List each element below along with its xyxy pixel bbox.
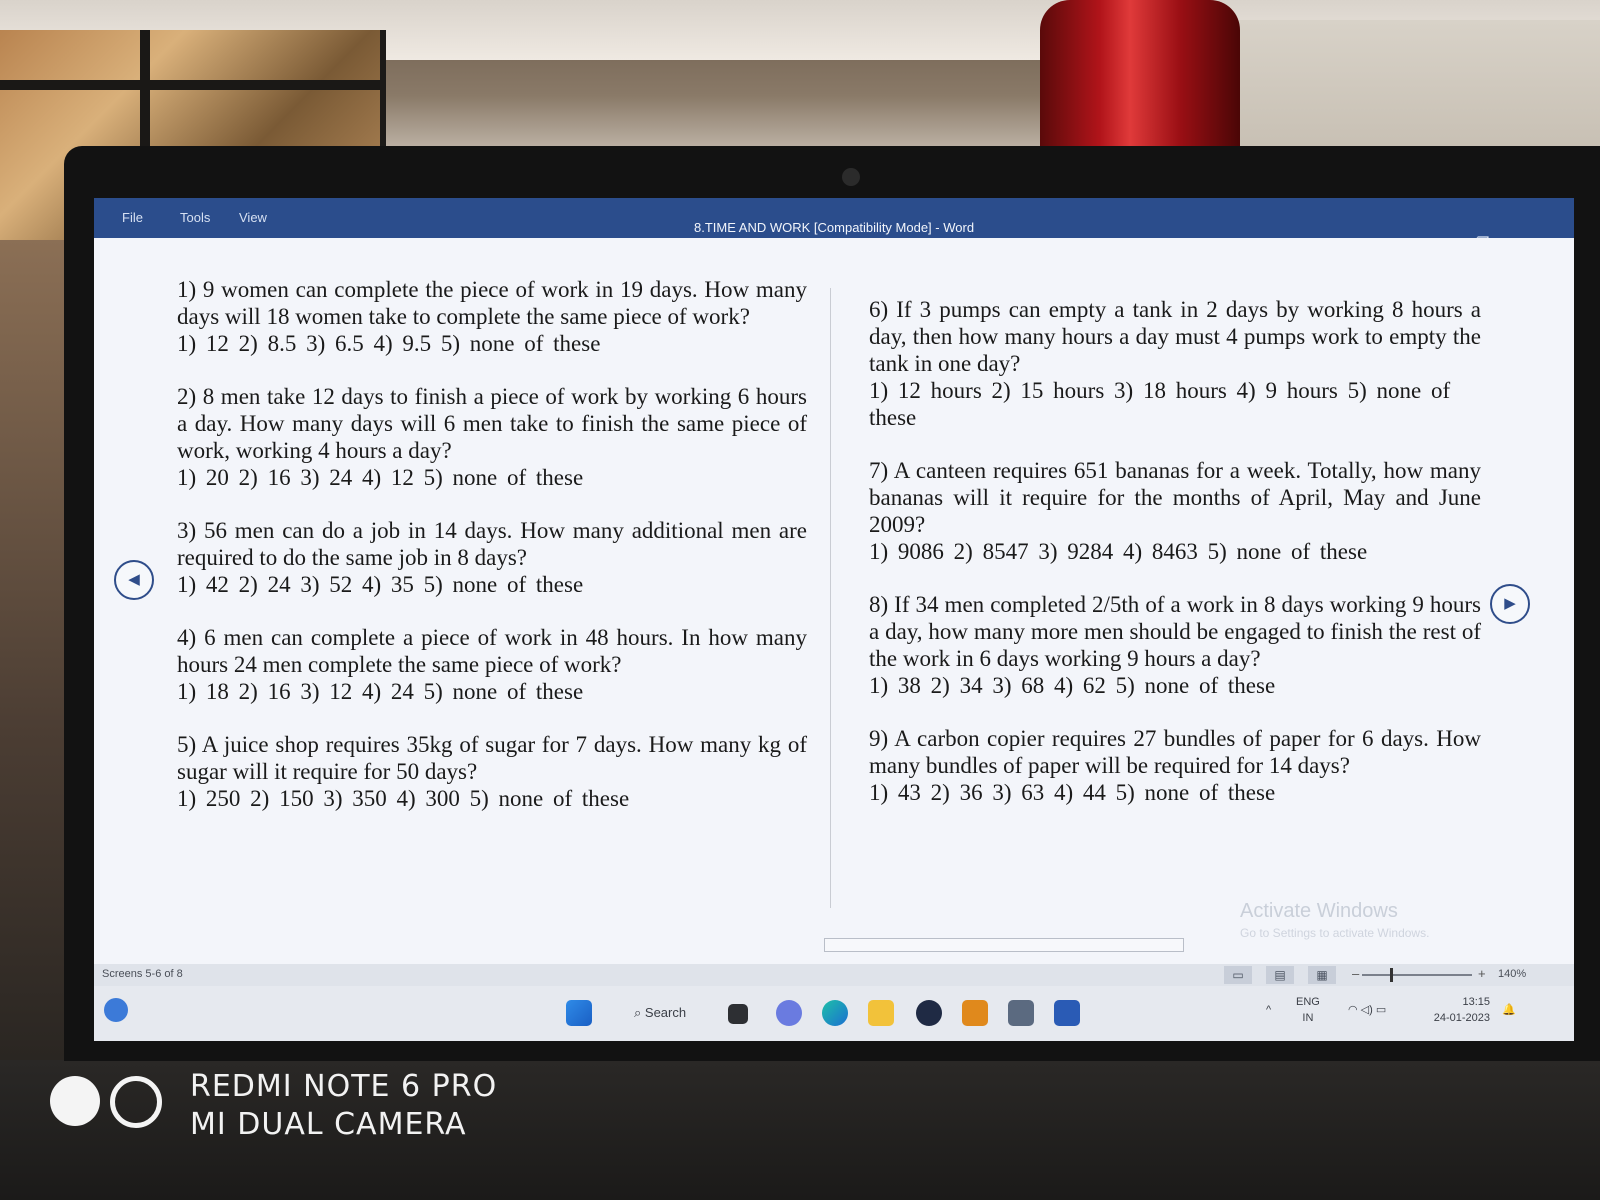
laptop-screen: File Tools View 8.TIME AND WORK [Compati…: [94, 198, 1574, 1041]
question-options: 1) 38 2) 34 3) 68 4) 62 5) none of these: [869, 673, 1276, 698]
zoom-in-button[interactable]: +: [1478, 966, 1486, 981]
menu-tools[interactable]: Tools: [180, 210, 210, 225]
sublime-icon[interactable]: [962, 1000, 988, 1026]
taskbar-search[interactable]: ⌕ Search: [634, 1005, 686, 1021]
chevron-left-icon: ◀: [128, 571, 140, 588]
search-label: Search: [644, 1005, 687, 1020]
task-view-icon[interactable]: [728, 1004, 748, 1024]
question-options: 1) 250 2) 150 3) 350 4) 300 5) none of t…: [177, 786, 630, 811]
chat-icon[interactable]: [776, 1000, 802, 1026]
question-options: 1) 9086 2) 8547 3) 9284 4) 8463 5) none …: [869, 539, 1368, 564]
word-icon[interactable]: [1054, 1000, 1080, 1026]
question-9: 9) A carbon copier requires 27 bundles o…: [869, 725, 1481, 806]
windows-start-icon[interactable]: [566, 1000, 592, 1026]
watermark-dot: [50, 1076, 100, 1126]
clock[interactable]: 13:15 24-01-2023: [1424, 994, 1490, 1026]
question-text: 3) 56 men can do a job in 14 days. How m…: [177, 518, 807, 570]
question-options: 1) 20 2) 16 3) 24 4) 12 5) none of these: [177, 465, 584, 490]
question-4: 4) 6 men can complete a piece of work in…: [177, 624, 807, 705]
laptop: File Tools View 8.TIME AND WORK [Compati…: [64, 146, 1600, 1061]
windows-taskbar: ⌕ Search ^ ENG IN ◠ ◁) ▭ 13:15 24-01-202…: [94, 986, 1574, 1041]
question-8: 8) If 34 men completed 2/5th of a work i…: [869, 591, 1481, 699]
question-2: 2) 8 men take 12 days to finish a piece …: [177, 383, 807, 491]
menu-view[interactable]: View: [239, 210, 267, 225]
question-options: 1) 12 hours 2) 15 hours 3) 18 hours 4) 9…: [869, 378, 1451, 430]
activate-windows-title: Activate Windows: [1240, 900, 1398, 922]
horizontal-scrollbar[interactable]: [824, 938, 1184, 952]
question-text: 4) 6 men can complete a piece of work in…: [177, 625, 807, 677]
question-text: 9) A carbon copier requires 27 bundles o…: [869, 726, 1481, 778]
clock-date: 24-01-2023: [1433, 1012, 1490, 1024]
question-6: 6) If 3 pumps can empty a tank in 2 days…: [869, 296, 1481, 431]
status-bar: Screens 5-6 of 8 ▭ ▤ ▦ – + 140%: [94, 964, 1574, 986]
question-options: 1) 18 2) 16 3) 12 4) 24 5) none of these: [177, 679, 584, 704]
activate-windows-subtitle: Go to Settings to activate Windows.: [1240, 926, 1430, 940]
view-buttons: ▭ ▤ ▦: [1224, 966, 1336, 984]
question-3: 3) 56 men can do a job in 14 days. How m…: [177, 517, 807, 598]
print-layout-icon[interactable]: ▤: [1266, 966, 1294, 984]
background-left-edge: [0, 240, 70, 1060]
question-options: 1) 42 2) 24 3) 52 4) 35 5) none of these: [177, 572, 584, 597]
watermark-ring: [110, 1076, 162, 1128]
question-text: 1) 9 women can complete the piece of wor…: [177, 277, 807, 329]
question-5: 5) A juice shop requires 35kg of sugar f…: [177, 731, 807, 812]
question-1: 1) 9 women can complete the piece of wor…: [177, 276, 807, 357]
zoom-slider-thumb[interactable]: [1390, 968, 1393, 982]
question-text: 8) If 34 men completed 2/5th of a work i…: [869, 592, 1481, 671]
question-text: 7) A canteen requires 651 bananas for a …: [869, 458, 1481, 537]
language-indicator[interactable]: ENG IN: [1296, 994, 1320, 1026]
zoom-out-button[interactable]: –: [1352, 966, 1359, 981]
edge-dev-icon[interactable]: [104, 998, 128, 1022]
document-title: 8.TIME AND WORK [Compatibility Mode] - W…: [694, 220, 975, 235]
language-bottom: IN: [1302, 1012, 1314, 1024]
notification-bell-icon[interactable]: 🔔: [1502, 1002, 1516, 1018]
read-mode-icon[interactable]: ▭: [1224, 966, 1252, 984]
network-volume-battery-icon[interactable]: ◠ ◁) ▭: [1348, 1002, 1386, 1018]
clock-time: 13:15: [1462, 996, 1490, 1008]
question-text: 2) 8 men take 12 days to finish a piece …: [177, 384, 807, 463]
language-top: ENG: [1296, 996, 1320, 1008]
left-column: 1) 9 women can complete the piece of wor…: [177, 276, 807, 838]
document-page: 1) 9 women can complete the piece of wor…: [94, 238, 1574, 964]
question-text: 6) If 3 pumps can empty a tank in 2 days…: [869, 297, 1481, 376]
show-hidden-icons-icon[interactable]: ^: [1266, 1002, 1271, 1018]
question-options: 1) 12 2) 8.5 3) 6.5 4) 9.5 5) none of th…: [177, 331, 601, 356]
zoom-level[interactable]: 140%: [1498, 968, 1526, 980]
menu-file[interactable]: File: [122, 210, 143, 225]
watermark-line1: REDMI NOTE 6 PRO: [190, 1069, 498, 1104]
zoom-slider[interactable]: [1362, 974, 1472, 976]
watermark-text: REDMI NOTE 6 PRO MI DUAL CAMERA: [190, 1068, 497, 1144]
question-7: 7) A canteen requires 651 bananas for a …: [869, 457, 1481, 565]
next-screen-button[interactable]: ▶: [1490, 584, 1530, 624]
question-text: 5) A juice shop requires 35kg of sugar f…: [177, 732, 807, 784]
chevron-right-icon: ▶: [1504, 595, 1516, 612]
column-divider: [830, 288, 831, 908]
app-icon[interactable]: [916, 1000, 942, 1026]
title-bar: File Tools View 8.TIME AND WORK [Compati…: [94, 198, 1574, 252]
right-column: 6) If 3 pumps can empty a tank in 2 days…: [869, 296, 1481, 832]
store-icon[interactable]: [1008, 1000, 1034, 1026]
web-layout-icon[interactable]: ▦: [1308, 966, 1336, 984]
webcam: [842, 168, 860, 186]
screen-counter: Screens 5-6 of 8: [102, 968, 183, 980]
watermark-line2: MI DUAL CAMERA: [190, 1107, 467, 1142]
previous-screen-button[interactable]: ◀: [114, 560, 154, 600]
edge-browser-icon[interactable]: [822, 1000, 848, 1026]
question-options: 1) 43 2) 36 3) 63 4) 44 5) none of these: [869, 780, 1276, 805]
file-explorer-icon[interactable]: [868, 1000, 894, 1026]
